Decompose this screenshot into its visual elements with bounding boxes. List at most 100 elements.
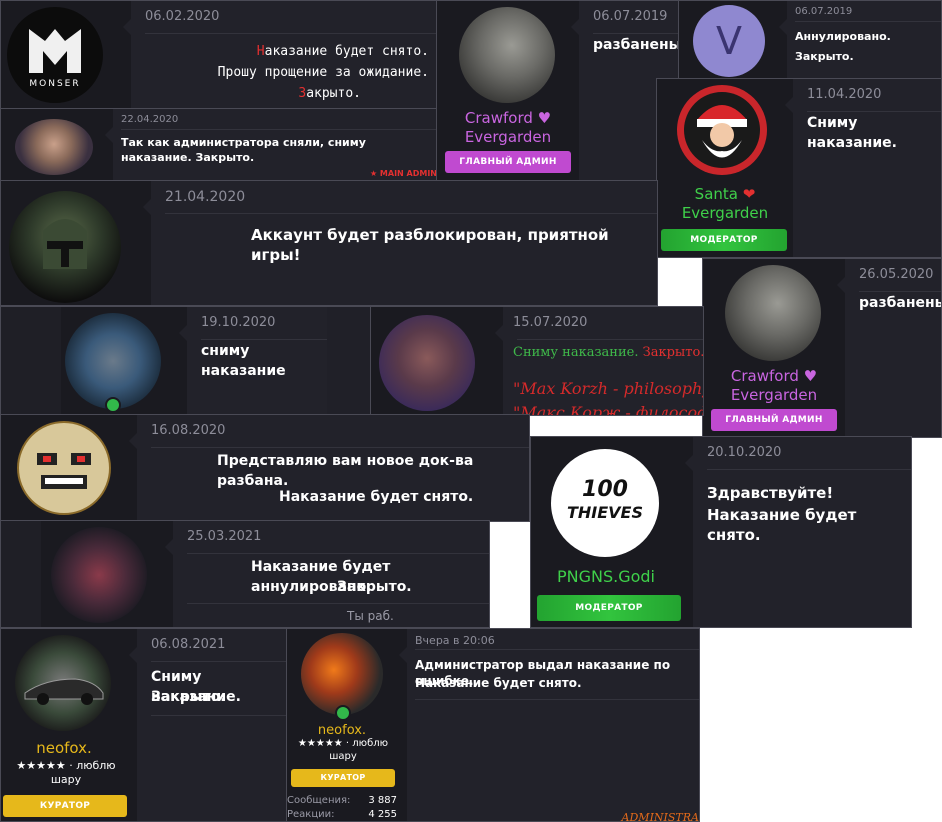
heart-icon: ❤ — [742, 185, 756, 203]
post-card-5: Santa ❤ Evergarden МОДЕРАТОР 11.04.2020 … — [656, 78, 942, 258]
author-avatar[interactable] — [301, 633, 383, 715]
post-text: сниму наказание — [201, 343, 286, 379]
post-card-3: V 06.07.2019 Аннулировано. Закрыто. — [678, 0, 942, 80]
quote-line: "Max Korzh - philosophy — [513, 379, 704, 398]
divider — [151, 447, 529, 448]
username[interactable]: PNGNS.Godi — [531, 567, 681, 586]
post-author-panel: V — [679, 1, 787, 79]
post-date: 21.04.2020 — [165, 189, 246, 205]
signature-divider — [187, 603, 489, 604]
post-date: 11.04.2020 — [807, 87, 882, 102]
post-author-panel — [1, 181, 151, 305]
author-avatar[interactable] — [677, 85, 767, 175]
logo-text: MONSER — [29, 79, 81, 89]
divider — [201, 339, 327, 340]
author-avatar[interactable]: V — [693, 5, 765, 77]
post-message: 26.05.2020 разбанены — [837, 259, 941, 437]
online-status-icon — [105, 397, 121, 413]
username-line: Santa — [694, 185, 738, 203]
post-card-1: MONSER 06.02.2020 Наказание будет снято.… — [0, 0, 438, 110]
divider — [151, 715, 287, 716]
username[interactable]: Crawford ♥ Evergarden — [713, 367, 835, 405]
username-line: Evergarden — [681, 204, 769, 222]
stat-label: Реакции: — [287, 809, 335, 820]
post-author-panel: 100 THIEVES PNGNS.Godi МОДЕРАТОР — [531, 437, 693, 627]
red-letter: Н — [256, 44, 265, 59]
post-author-panel: MONSER — [1, 1, 131, 109]
post-author-panel — [371, 307, 503, 415]
post-message: 25.03.2021 Наказание будет аннулировано.… — [165, 521, 489, 627]
author-avatar[interactable] — [725, 265, 821, 361]
author-avatar[interactable] — [15, 635, 111, 731]
author-avatar[interactable] — [9, 191, 121, 303]
post-text: Аннулировано. Закрыто. — [795, 30, 891, 63]
post-text-line: Прошу прощение за ожидание. — [217, 65, 429, 80]
user-status: ★★★★★ · люблю шару — [16, 759, 116, 786]
rank-badge: КУРАТОР — [3, 795, 127, 817]
username[interactable]: Crawford ♥ Evergarden — [447, 109, 569, 147]
divider — [795, 21, 941, 22]
post-card-2: Crawford ♥ Evergarden ГЛАВНЫЙ АДМИН 06.0… — [436, 0, 680, 182]
post-text: Сниму наказание. Закрыто. — [513, 345, 703, 360]
signature: ADMINISTRA — [621, 811, 699, 822]
post-date: 22.04.2020 — [121, 114, 179, 125]
online-status-icon — [335, 705, 351, 721]
post-message: 19.10.2020 сниму наказание — [179, 307, 327, 415]
rank-badge: ГЛАВНЫЙ АДМИН — [711, 409, 837, 431]
author-avatar[interactable] — [15, 119, 93, 175]
author-avatar[interactable] — [51, 527, 147, 623]
divider — [707, 469, 911, 470]
post-text: Аккаунт будет разблокирован, приятной иг… — [251, 226, 609, 264]
post-date: 06.02.2020 — [145, 9, 220, 24]
post-author-panel: Crawford ♥ Evergarden ГЛАВНЫЙ АДМИН — [437, 1, 579, 181]
post-text: Сниму наказание. — [807, 115, 897, 151]
post-text-line: Закрыто. — [151, 689, 226, 705]
post-author-panel — [1, 307, 187, 415]
post-author-panel: neofox. ★★★★★ · люблю шару КУРАТОР — [1, 629, 137, 821]
stat-value: 4 255 — [368, 809, 397, 820]
divider — [593, 33, 679, 34]
author-avatar[interactable] — [65, 313, 161, 409]
divider — [151, 661, 287, 662]
post-card-12: 25.03.2021 Наказание будет аннулировано.… — [0, 520, 490, 628]
post-text-line: Наказание будет снято. — [415, 676, 582, 690]
author-avatar[interactable]: MONSER — [7, 7, 103, 103]
stat-label: Сообщения: — [287, 795, 351, 806]
post-message: 06.07.2019 Аннулировано. Закрыто. — [779, 1, 941, 79]
username[interactable]: neofox. — [1, 739, 127, 758]
post-message: Вчера в 20:06 Администратор выдал наказа… — [399, 629, 699, 822]
post-card-4: 22.04.2020 Так как администратора сняли,… — [0, 108, 438, 182]
post-date: 15.07.2020 — [513, 315, 588, 330]
post-message: 21.04.2020 Аккаунт будет разблокирован, … — [143, 181, 657, 305]
rank-badge: МОДЕРАТОР — [537, 595, 681, 621]
post-date: 20.10.2020 — [707, 445, 782, 460]
post-date: 06.07.2019 — [795, 6, 853, 17]
author-avatar[interactable] — [379, 315, 475, 411]
post-date: 16.08.2020 — [151, 423, 226, 438]
author-avatar[interactable]: 100 THIEVES — [551, 449, 659, 557]
divider — [415, 649, 699, 650]
divider — [187, 553, 489, 554]
post-date: Вчера в 20:06 — [415, 634, 495, 647]
divider — [859, 291, 941, 292]
divider — [121, 129, 437, 130]
author-avatar[interactable] — [17, 421, 111, 515]
post-text-line: Закрыто. — [337, 579, 412, 595]
post-text-line: Представляю вам новое док-ва разбана. — [217, 453, 474, 489]
post-date: 26.05.2020 — [859, 267, 934, 282]
author-avatar[interactable] — [459, 7, 555, 103]
post-text: разбанены — [593, 37, 680, 53]
robot-face-icon — [37, 453, 91, 489]
post-date: 25.03.2021 — [187, 529, 262, 544]
green-text: Сниму наказание. — [513, 345, 639, 360]
post-card-7: Crawford ♥ Evergarden ГЛАВНЫЙ АДМИН 26.0… — [702, 258, 942, 438]
post-text-line: аказание будет снято. — [264, 44, 429, 59]
rank-badge: МОДЕРАТОР — [661, 229, 787, 251]
post-author-panel — [1, 109, 113, 181]
post-author-panel — [1, 521, 173, 627]
avatar-letter: V — [716, 19, 742, 63]
post-card-8: 19.10.2020 сниму наказание — [0, 306, 372, 416]
post-card-10: 16.08.2020 Представляю вам новое док-ва … — [0, 414, 530, 522]
post-message: 11.04.2020 Сниму наказание. — [785, 79, 941, 257]
username[interactable]: Santa ❤ Evergarden — [657, 185, 793, 223]
